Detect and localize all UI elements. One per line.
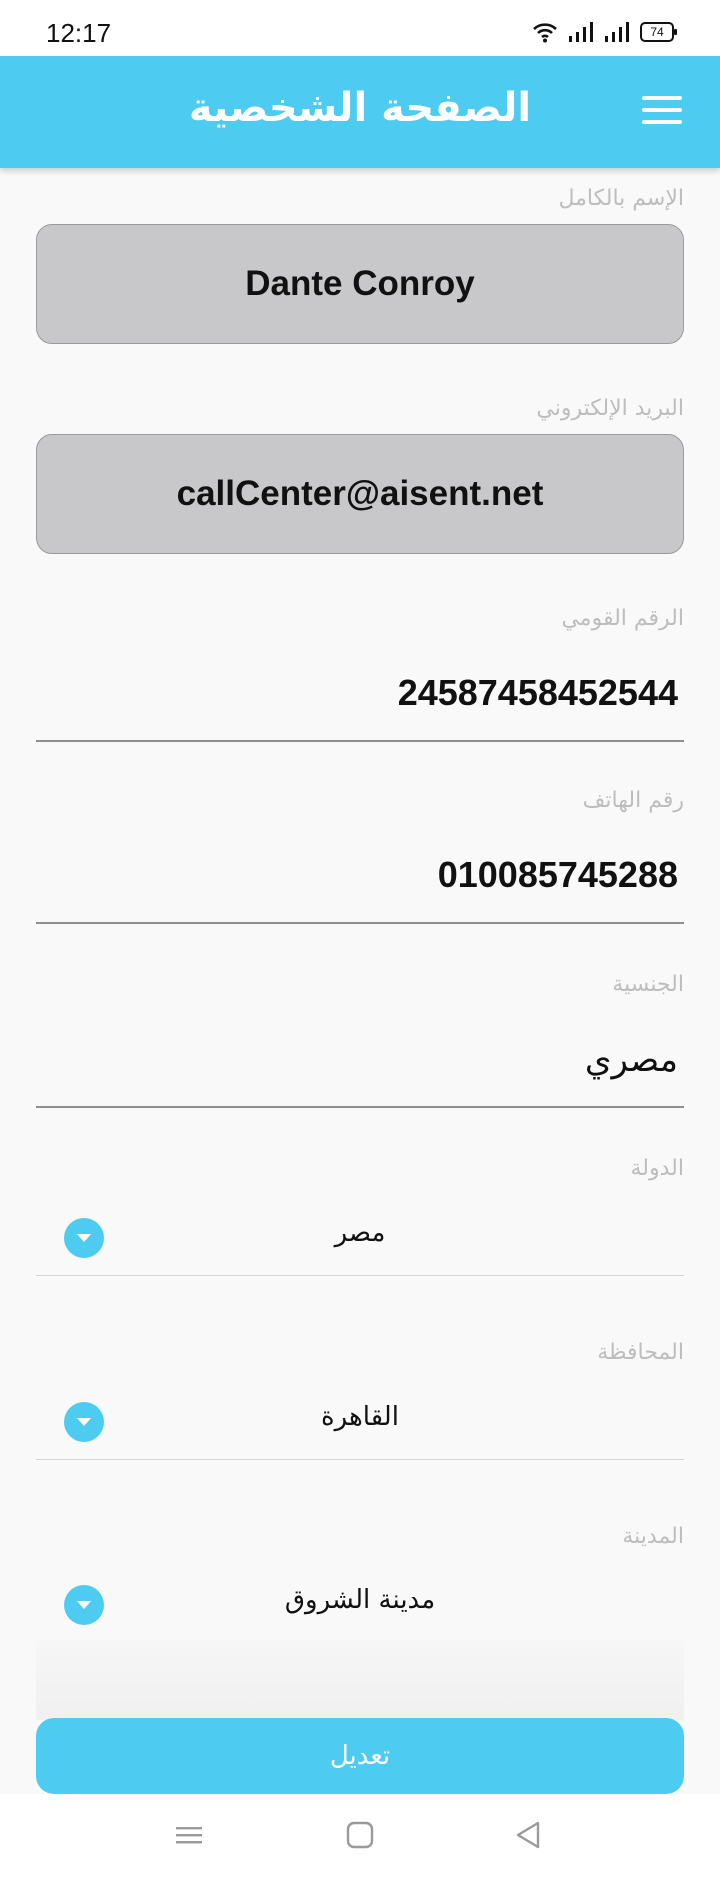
- hamburger-menu-icon[interactable]: [642, 96, 682, 128]
- nationality-label: الجنسية: [612, 972, 684, 997]
- country-dropdown[interactable]: مصر: [36, 1204, 684, 1276]
- governorate-dropdown[interactable]: القاهرة: [36, 1388, 684, 1460]
- phone-label: رقم الهاتف: [582, 788, 684, 813]
- status-icons: 74: [532, 20, 677, 44]
- nationality-field[interactable]: مصري: [36, 1016, 684, 1108]
- national-id-field[interactable]: 24587458452544: [36, 650, 684, 742]
- national-id-value: 24587458452544: [397, 672, 678, 713]
- back-icon[interactable]: [512, 1820, 546, 1850]
- nationality-value: مصري: [584, 1040, 678, 1080]
- content-fade: [36, 1640, 684, 1720]
- status-bar: 12:17 74: [0, 0, 720, 56]
- national-id-label: الرقم القومي: [561, 606, 684, 631]
- signal-icon: [569, 22, 593, 42]
- full-name-label: الإسم بالكامل: [558, 186, 684, 211]
- system-nav-bar: [0, 1794, 720, 1878]
- country-label: الدولة: [630, 1156, 685, 1181]
- phone-value: 010085745288: [437, 854, 678, 895]
- phone-field[interactable]: 010085745288: [36, 832, 684, 924]
- recents-menu-icon[interactable]: [172, 1820, 206, 1850]
- country-value: مصر: [334, 1218, 386, 1248]
- email-label: البريد الإلكتروني: [536, 396, 684, 421]
- edit-button[interactable]: تعديل: [36, 1718, 684, 1794]
- battery-icon: 74: [640, 22, 677, 42]
- city-value: مدينة الشروق: [284, 1585, 436, 1615]
- email-field[interactable]: callCenter@aisent.net: [36, 434, 684, 554]
- governorate-value: القاهرة: [321, 1402, 399, 1432]
- full-name-field[interactable]: Dante Conroy: [36, 224, 684, 344]
- app-bar: الصفحة الشخصية: [0, 56, 720, 168]
- city-dropdown[interactable]: مدينة الشروق: [36, 1571, 684, 1643]
- governorate-label: المحافظة: [597, 1340, 684, 1365]
- status-time: 12:17: [46, 18, 112, 48]
- city-label: المدينة: [622, 1524, 684, 1549]
- signal-icon-2: [605, 22, 629, 42]
- page-title: الصفحة الشخصية: [188, 85, 532, 131]
- home-icon[interactable]: [343, 1820, 377, 1850]
- wifi-icon: [533, 23, 557, 43]
